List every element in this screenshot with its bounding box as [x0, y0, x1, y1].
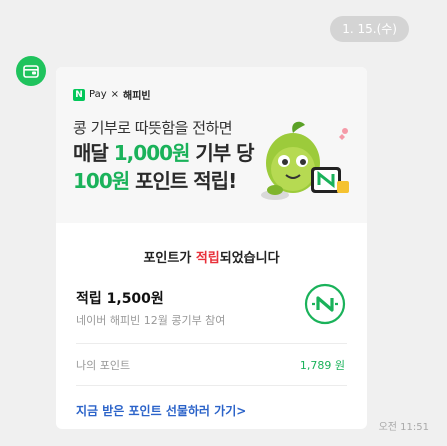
- brand-partner: 해피빈: [123, 91, 151, 102]
- date-divider: 1. 15.(수): [330, 16, 409, 42]
- message-timestamp: 오전 11:51: [378, 422, 429, 433]
- my-point-value: 1,789 원: [299, 359, 345, 372]
- promo-line-3: 100원 포인트 적립!: [73, 169, 237, 193]
- brand-pay: Pay: [89, 89, 107, 100]
- sender-avatar[interactable]: [16, 56, 46, 86]
- brand-separator: ×: [110, 89, 120, 100]
- brand-line: N Pay × 해피빈: [73, 87, 151, 102]
- earned-amount: 적립 1,500원: [76, 291, 164, 307]
- promo-text: 콩 기부로 따뜻함을 전하면 매달 1,000원 기부 당 100원 포인트 적…: [73, 117, 255, 195]
- earned-description: 네이버 해피빈 12월 콩기부 참여: [76, 314, 226, 327]
- divider: [76, 343, 347, 344]
- divider: [76, 385, 347, 386]
- promo-line-1: 콩 기부로 따뜻함을 전하면: [73, 119, 233, 137]
- promo-banner[interactable]: N Pay × 해피빈 콩 기부로 따뜻함을 전하면 매달 1,000원 기부 …: [56, 67, 367, 223]
- npay-logo: N: [73, 88, 85, 101]
- naver-pay-n-icon: [304, 283, 346, 325]
- message-card[interactable]: N Pay × 해피빈 콩 기부로 따뜻함을 전하면 매달 1,000원 기부 …: [56, 67, 367, 429]
- gift-points-link[interactable]: 지금 받은 포인트 선물하러 가기>: [76, 402, 246, 419]
- chat-screen: 1. 15.(수) N Pay × 해피빈 콩 기부로 따뜻함을 전하면 매달 …: [0, 0, 447, 446]
- my-point-label: 나의 포인트: [76, 359, 131, 372]
- bean-mascot-icon: [261, 121, 349, 200]
- promo-line-2: 매달 1,000원 기부 당: [73, 141, 255, 165]
- wallet-icon: [23, 65, 39, 78]
- receipt-title: 포인트가 적립되었습니다: [143, 251, 280, 266]
